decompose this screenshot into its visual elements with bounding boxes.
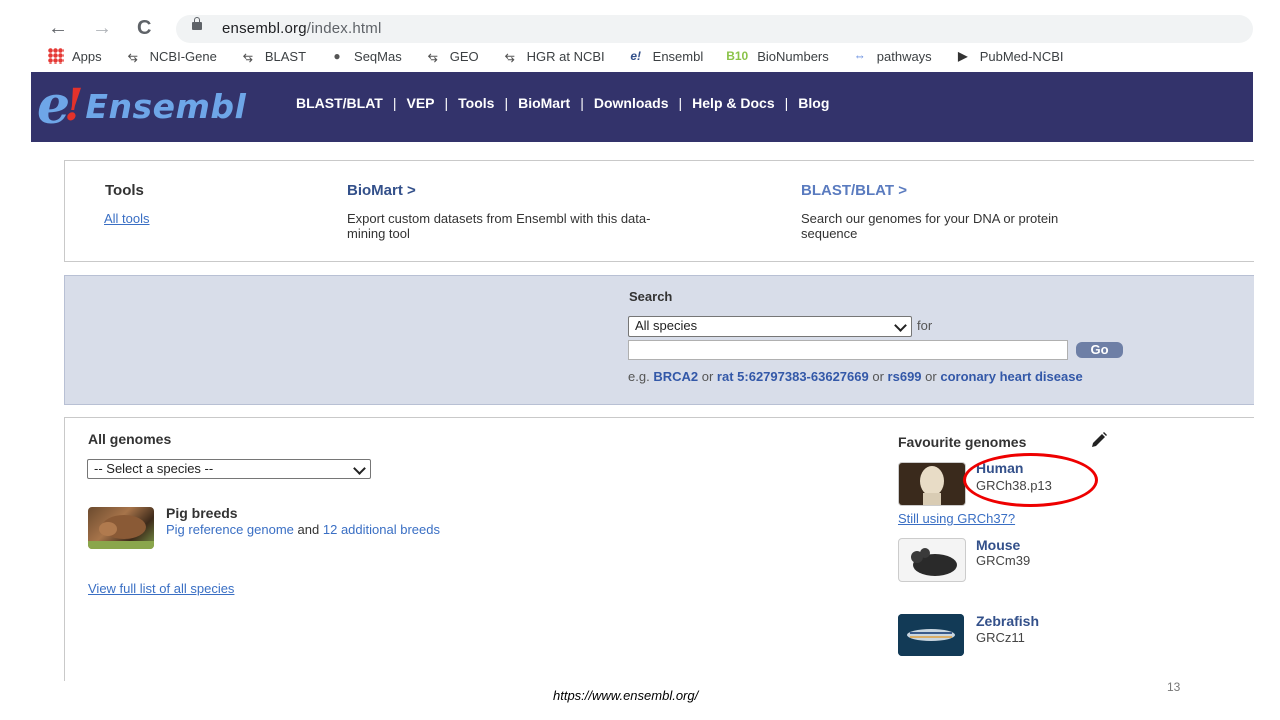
pig-breeds-title: Pig breeds [166,505,238,521]
bookmark-apps[interactable]: Apps [48,48,102,64]
species-selector[interactable]: -- Select a species -- [87,459,371,479]
tools-panel [64,160,1254,262]
nav-tools[interactable]: Tools [458,95,494,111]
pig-thumbnail[interactable] [88,507,154,549]
nav-blog[interactable]: Blog [798,95,829,111]
search-input[interactable] [628,340,1068,360]
pig-image [88,515,154,549]
forward-button[interactable]: → [92,16,112,40]
chevron-down-icon [353,462,366,475]
example-rat-region[interactable]: rat 5:62797383-63627669 [717,369,869,384]
link-icon: ⇔ [853,49,866,63]
zebrafish-assembly: GRCz11 [976,630,1025,645]
view-full-list-link[interactable]: View full list of all species [88,581,234,596]
bionumbers-icon: B10 [726,49,749,63]
url-text: ensembl.org/index.html [222,20,382,37]
address-bar[interactable]: ensembl.org/index.html [176,15,1253,43]
top-nav: BLAST/BLAT | VEP | Tools | BioMart | Downloa… [296,95,830,111]
ncbi-icon: ⥃ [127,49,138,63]
blast-blat-link[interactable]: BLAST/BLAT > [801,182,907,199]
search-title: Search [629,289,673,304]
nav-biomart[interactable]: BioMart [518,95,570,111]
bookmark-geo[interactable]: ⥃ GEO [424,49,479,64]
mouse-link[interactable]: Mouse [976,537,1020,553]
bookmark-pathways[interactable]: ⇔ pathways [851,49,932,64]
apps-grid-icon [48,48,64,64]
bookmark-blast[interactable]: ⥃ BLAST [239,49,306,64]
blast-desc-line2: sequence [801,226,858,241]
pubmed-icon: ▶ [958,49,968,63]
ensembl-logo[interactable]: e! Ensembl [37,78,246,134]
nav-downloads[interactable]: Downloads [594,95,669,111]
human-thumbnail[interactable] [898,462,966,506]
site-header: e! Ensembl BLAST/BLAT | VEP | Tools | BioMar… [31,72,1253,142]
back-button[interactable]: ← [48,16,68,40]
for-label: for [917,318,933,333]
human-statue-image [899,463,965,505]
ncbi-icon: ⥃ [504,49,515,63]
zebrafish-link[interactable]: Zebrafish [976,613,1039,629]
slide-page-number: 13 [1167,680,1181,694]
globe-icon: ● [333,49,341,63]
grch37-link[interactable]: Still using GRCh37? [898,511,1015,526]
bookmarks-bar: Apps ⥃ NCBI-Gene ⥃ BLAST ● SeqMas ⥃ GEO ⥃ HGR… [48,46,1086,66]
pig-reference-link[interactable]: Pig reference genome [166,522,294,537]
zebrafish-thumbnail[interactable] [898,614,964,656]
species-select[interactable]: All species [628,316,912,337]
zebrafish-image [898,614,964,656]
example-rs699[interactable]: rs699 [888,369,922,384]
pencil-icon[interactable] [1090,431,1108,449]
ncbi-icon: ⥃ [427,49,438,63]
biomart-desc-line2: mining tool [347,226,410,241]
bookmark-hgr[interactable]: ⥃ HGR at NCBI [501,49,605,64]
blast-desc-line1: Search our genomes for your DNA or prote… [801,211,1059,226]
mouse-thumbnail[interactable] [898,538,966,582]
bookmark-ncbi-gene[interactable]: ⥃ NCBI-Gene [124,49,217,64]
chevron-down-icon [894,319,907,332]
bookmark-bionumbers[interactable]: B10 BioNumbers [725,49,829,64]
highlight-ellipse [963,453,1098,507]
all-genomes-title: All genomes [88,431,172,447]
example-coronary[interactable]: coronary heart disease [940,369,1082,384]
example-brca2[interactable]: BRCA2 [653,369,698,384]
mouse-assembly: GRCm39 [976,553,1031,568]
bookmark-pubmed[interactable]: ▶ PubMed-NCBI [954,49,1063,64]
all-tools-link[interactable]: All tools [104,211,150,226]
pig-links: Pig reference genome and 12 additional b… [166,522,440,537]
reload-button[interactable]: C [137,16,151,40]
source-url-caption: https://www.ensembl.org/ [553,688,699,703]
pig-breeds-link[interactable]: 12 additional breeds [323,522,440,537]
genomes-panel [64,417,1254,681]
tools-title: Tools [105,182,144,199]
search-examples: e.g. BRCA2 or rat 5:62797383-63627669 or… [628,369,1083,384]
nav-help-docs[interactable]: Help & Docs [692,95,774,111]
ensembl-icon: e! [630,49,641,63]
biomart-desc-line1: Export custom datasets from Ensembl with… [347,211,651,226]
go-button[interactable]: Go [1076,342,1123,358]
mouse-image [911,548,957,576]
nav-vep[interactable]: VEP [406,95,434,111]
lock-icon [192,17,202,30]
bookmark-seqmas[interactable]: ● SeqMas [328,49,401,64]
bookmark-ensembl[interactable]: e! Ensembl [627,49,703,64]
biomart-link[interactable]: BioMart > [347,182,416,199]
nav-blast-blat[interactable]: BLAST/BLAT [296,95,383,111]
favourite-genomes-title: Favourite genomes [898,434,1027,450]
ncbi-icon: ⥃ [243,49,253,63]
